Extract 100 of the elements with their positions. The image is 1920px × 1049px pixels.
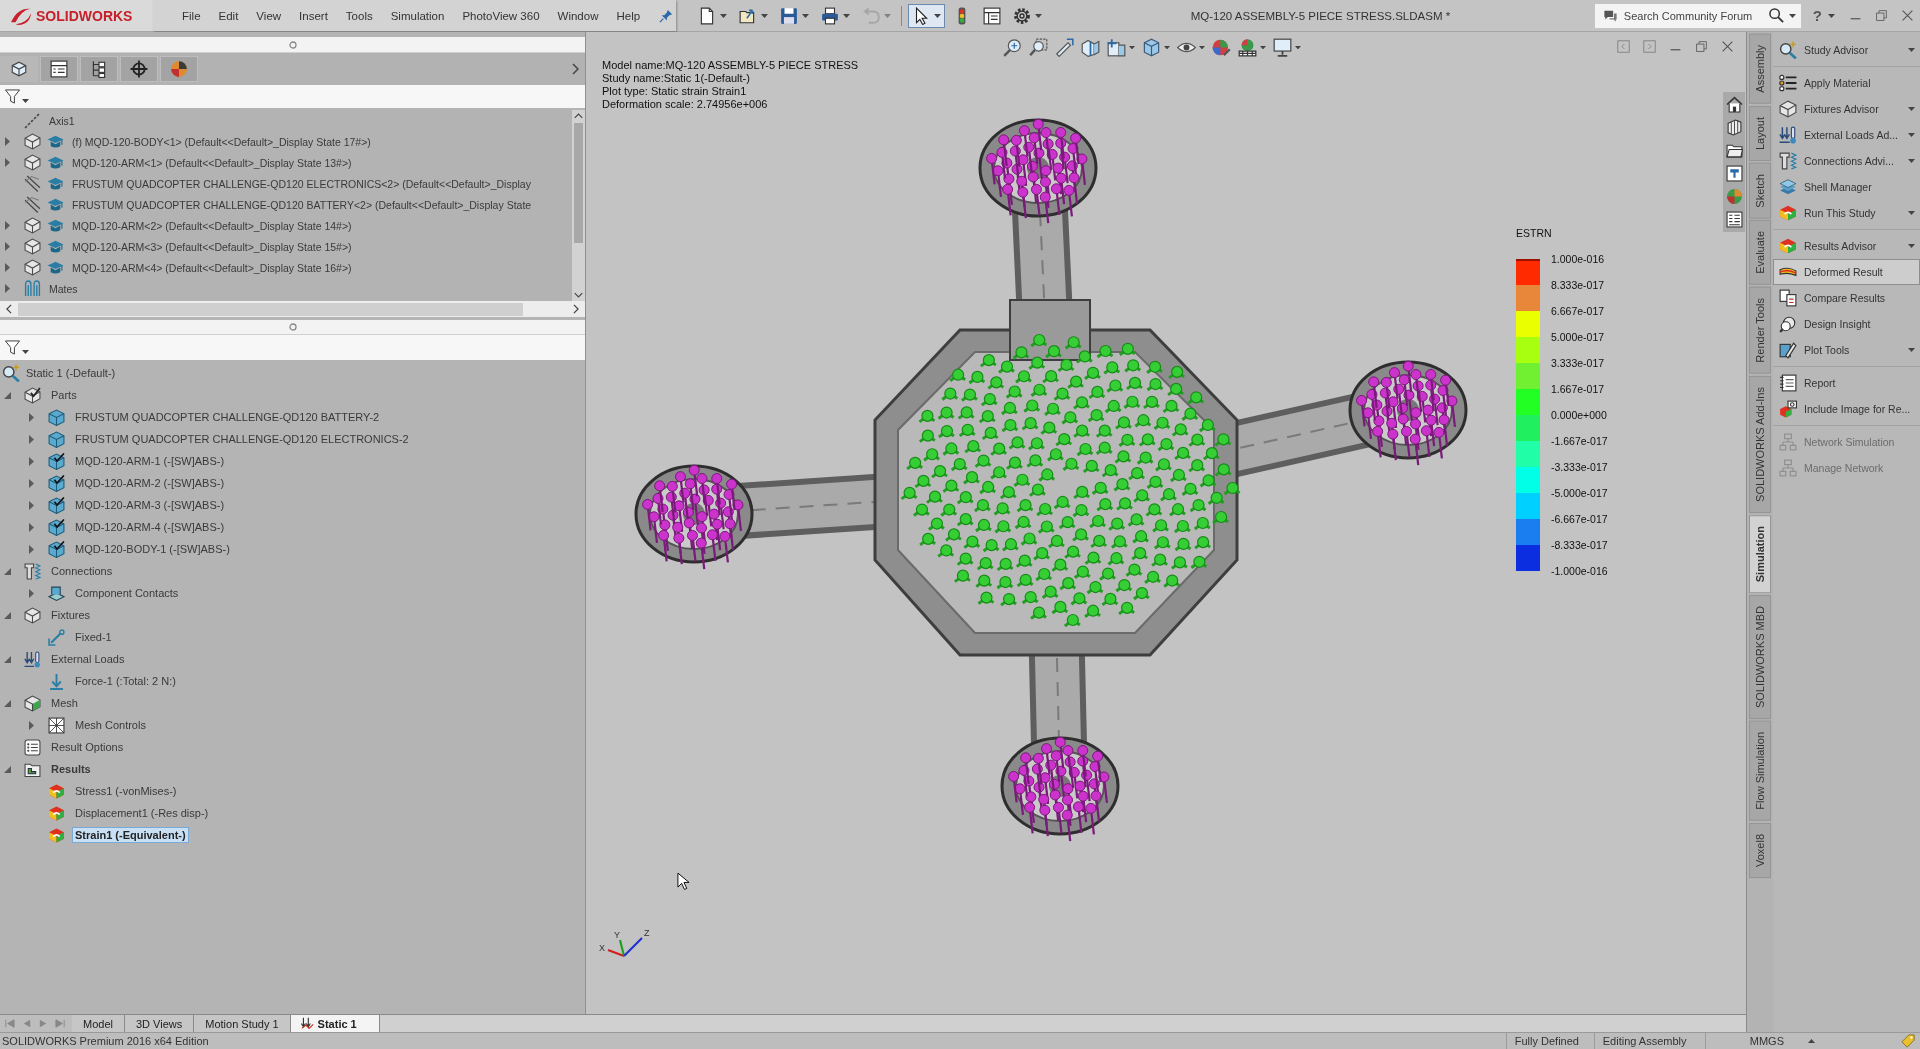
menu-item[interactable]: Window <box>548 9 608 22</box>
chevron-up-icon[interactable] <box>574 113 583 119</box>
toolbar-button[interactable] <box>908 3 945 28</box>
view-toolbar-button[interactable] <box>1080 37 1101 58</box>
tab[interactable]: Model <box>72 1015 125 1032</box>
filter-icon[interactable] <box>5 340 20 355</box>
task-pane-item[interactable]: Shell Manager <box>1773 174 1920 200</box>
triangle-right-icon[interactable] <box>5 158 10 167</box>
chevron-left-icon[interactable] <box>6 304 12 314</box>
tab[interactable]: Assembly <box>1749 34 1771 104</box>
caret-up-icon[interactable] <box>1808 1039 1815 1043</box>
tab[interactable]: SOLIDWORKS Add-Ins <box>1749 375 1771 513</box>
tree-item[interactable]: External Loads <box>48 651 128 667</box>
units-button[interactable]: MMGS <box>1749 1035 1784 1047</box>
tab[interactable]: Motion Study 1 <box>194 1015 291 1032</box>
form-icon[interactable] <box>1725 211 1743 228</box>
menu-item[interactable]: Edit <box>209 9 248 22</box>
tree-item[interactable]: Fixed-1 <box>72 629 115 645</box>
scrollbar-thumb[interactable] <box>574 123 583 243</box>
striped-box-icon[interactable] <box>1725 119 1743 136</box>
panel-tab[interactable] <box>120 56 158 82</box>
tree-item[interactable]: MQD-120-ARM<3> (Default<<Default>_Display State 15#>) <box>69 238 355 255</box>
tab[interactable]: Evaluate <box>1749 220 1771 286</box>
tree-item[interactable]: Connections <box>48 563 116 579</box>
tree-item[interactable]: Static 1 (-Default-) <box>23 365 119 381</box>
view-toolbar-button[interactable] <box>1054 37 1075 58</box>
caret-down-icon[interactable] <box>1908 107 1915 111</box>
panel-tab[interactable] <box>0 56 38 82</box>
multicolor-ball-icon[interactable] <box>1725 188 1743 205</box>
view-toolbar-button[interactable] <box>1028 37 1049 58</box>
task-pane-item[interactable]: Plot Tools <box>1773 337 1920 363</box>
triangle-right-icon[interactable] <box>5 263 10 272</box>
tree-item[interactable]: Mesh <box>48 695 81 711</box>
tree-item[interactable]: FRUSTUM QUADCOPTER CHALLENGE-QD120 BATTERY-2 <box>72 409 383 425</box>
triangle-right-icon[interactable] <box>29 478 34 488</box>
caret-down-icon[interactable] <box>1908 244 1915 248</box>
task-pane-item[interactable]: Results Advisor <box>1773 233 1920 259</box>
tree-item[interactable]: MQD-120-ARM<1> (Default<<Default>_Display State 13#>) <box>69 154 355 171</box>
restore-icon[interactable] <box>1695 40 1708 53</box>
caret-down-icon[interactable] <box>1908 211 1915 215</box>
search-icon[interactable] <box>1768 7 1784 23</box>
view-toolbar-button[interactable] <box>1211 37 1232 58</box>
menu-item[interactable]: PhotoView 360 <box>453 9 549 22</box>
tree-item[interactable]: Displacement1 (-Res disp-) <box>72 805 212 821</box>
tree-item[interactable]: Axis1 <box>46 112 78 129</box>
help-button[interactable]: ? <box>1812 7 1822 24</box>
tree-item[interactable]: Strain1 (-Equivalent-) <box>72 827 189 843</box>
task-pane-item[interactable]: Fixtures Advisor <box>1773 96 1920 122</box>
view-toolbar-button[interactable] <box>1002 37 1023 58</box>
tab[interactable]: SOLIDWORKS MBD <box>1749 594 1771 720</box>
task-pane-item[interactable]: External Loads Ad... <box>1773 122 1920 148</box>
tree-item[interactable]: MQD-120-BODY-1 (-[SW]ABS-) <box>72 541 233 557</box>
panel-tab[interactable] <box>160 56 198 82</box>
triangle-right-icon[interactable] <box>29 434 34 444</box>
caret-down-icon[interactable] <box>1908 348 1915 352</box>
menu-item[interactable]: File <box>173 9 210 22</box>
view-toolbar-button[interactable] <box>1272 37 1302 58</box>
triangle-down-icon[interactable] <box>4 655 11 663</box>
menu-item[interactable]: Insert <box>290 9 337 22</box>
triangle-down-icon[interactable] <box>4 611 11 619</box>
tree-item[interactable]: Force-1 (:Total: 2 N:) <box>72 673 179 689</box>
triangle-down-icon[interactable] <box>4 391 11 399</box>
tab[interactable]: Layout <box>1749 105 1771 161</box>
task-pane-item[interactable]: Design Insight <box>1773 311 1920 337</box>
tree-item[interactable]: MQD-120-ARM<2> (Default<<Default>_Display State 14#>) <box>69 217 355 234</box>
tree-item[interactable]: (f) MQD-120-BODY<1> (Default<<Default>_Display State 17#>) <box>69 133 374 150</box>
task-pane-item[interactable]: Connections Advi... <box>1773 148 1920 174</box>
task-pane-item[interactable]: Deformed Result <box>1773 259 1920 285</box>
tree-item[interactable]: MQD-120-ARM-1 (-[SW]ABS-) <box>72 453 228 469</box>
chevron-right-icon[interactable] <box>572 63 579 75</box>
caret-down-icon[interactable] <box>1788 13 1796 18</box>
vertical-scrollbar[interactable] <box>572 110 585 301</box>
task-pane-item[interactable]: Compare Results <box>1773 285 1920 311</box>
tree-item[interactable]: Fixtures <box>48 607 94 623</box>
search-field[interactable]: Search Community Forum <box>1594 3 1801 28</box>
tree-item[interactable]: FRUSTUM QUADCOPTER CHALLENGE-QD120 ELECTRONICS<2> (Default<<Default>_Display <box>69 175 534 192</box>
triangle-right-icon[interactable] <box>5 242 10 251</box>
triangle-down-icon[interactable] <box>4 567 11 575</box>
tree-item[interactable]: Parts <box>48 387 80 403</box>
tree-item[interactable]: MQD-120-ARM-2 (-[SW]ABS-) <box>72 475 228 491</box>
triangle-right-icon[interactable] <box>29 720 34 730</box>
home-icon[interactable] <box>1725 96 1743 113</box>
caret-down-icon[interactable] <box>1828 13 1835 18</box>
tree-item[interactable]: Component Contacts <box>72 585 182 601</box>
menu-item[interactable]: View <box>247 9 291 22</box>
triangle-right-icon[interactable] <box>29 500 34 510</box>
triangle-right-icon[interactable] <box>29 544 34 554</box>
tree-item[interactable]: Results <box>48 761 94 777</box>
triangle-right-icon[interactable] <box>5 284 10 293</box>
close-icon[interactable] <box>1721 40 1734 53</box>
triangle-right-icon[interactable] <box>29 588 34 598</box>
caret-down-icon[interactable] <box>1908 48 1915 52</box>
task-pane-item[interactable]: Apply Material <box>1773 70 1920 96</box>
menu-item[interactable]: Help <box>607 9 650 22</box>
menu-item[interactable]: Tools <box>336 9 382 22</box>
task-pane-item[interactable]: Study Advisor <box>1773 37 1920 63</box>
triangle-right-icon[interactable] <box>5 221 10 230</box>
tab[interactable]: Flow Simulation <box>1749 721 1771 821</box>
tree-item[interactable]: MQD-120-ARM<4> (Default<<Default>_Display State 16#>) <box>69 259 355 276</box>
panel-tab[interactable] <box>40 56 78 82</box>
